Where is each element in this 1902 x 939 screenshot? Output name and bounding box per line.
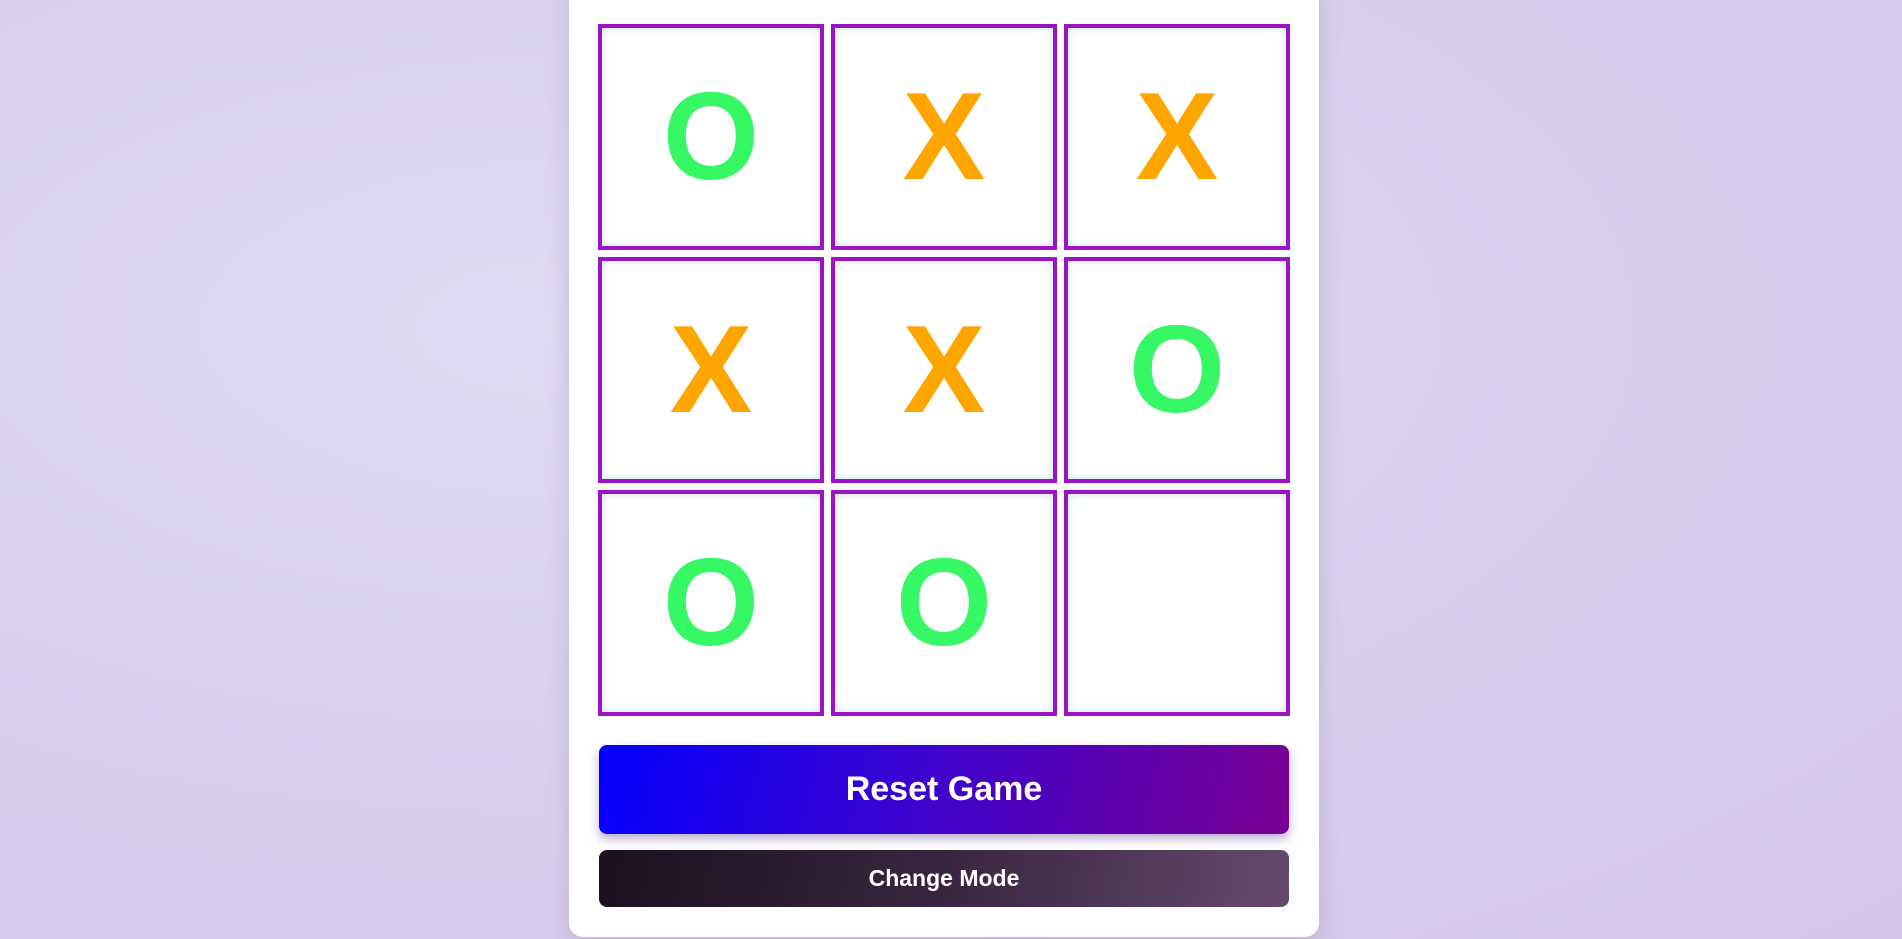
board-cell-6[interactable]: O xyxy=(1064,257,1290,483)
change-mode-button[interactable]: Change Mode xyxy=(599,850,1289,907)
board-cell-2[interactable]: X xyxy=(831,24,1057,250)
board-cell-1[interactable]: O xyxy=(598,24,824,250)
board-cell-3[interactable]: X xyxy=(1064,24,1290,250)
game-board: O X X X X O O O xyxy=(598,24,1290,716)
reset-game-button[interactable]: Reset Game xyxy=(599,745,1289,834)
board-cell-8[interactable]: O xyxy=(831,490,1057,716)
board-cell-9[interactable] xyxy=(1064,490,1290,716)
board-cell-4[interactable]: X xyxy=(598,257,824,483)
board-cell-5[interactable]: X xyxy=(831,257,1057,483)
board-cell-7[interactable]: O xyxy=(598,490,824,716)
